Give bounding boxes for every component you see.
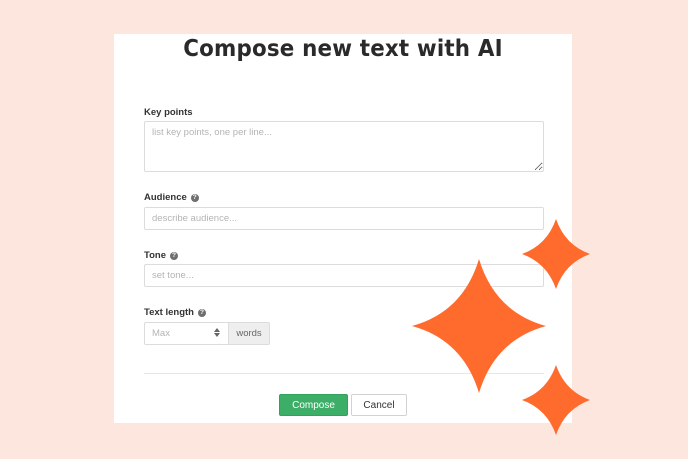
text-length-label: Text length ? bbox=[144, 307, 206, 318]
footer-divider bbox=[144, 373, 544, 374]
text-length-group: Max words bbox=[144, 322, 270, 345]
compose-button[interactable]: Compose bbox=[279, 394, 348, 416]
page-background: Compose new text with AI Key points Audi… bbox=[0, 0, 688, 459]
key-points-label-text: Key points bbox=[144, 107, 193, 118]
question-circle-icon[interactable]: ? bbox=[190, 193, 199, 202]
spin-up-icon[interactable] bbox=[214, 328, 220, 332]
audience-label-text: Audience bbox=[144, 192, 187, 203]
cancel-button[interactable]: Cancel bbox=[351, 394, 407, 416]
key-points-textarea[interactable] bbox=[144, 121, 544, 172]
text-length-label-text: Text length bbox=[144, 307, 194, 318]
audience-input[interactable] bbox=[144, 207, 544, 230]
number-spinner[interactable] bbox=[214, 328, 220, 337]
key-points-label: Key points bbox=[144, 107, 193, 118]
words-addon: words bbox=[228, 322, 270, 345]
tone-label-text: Tone bbox=[144, 250, 166, 261]
audience-label: Audience ? bbox=[144, 192, 199, 203]
question-circle-icon[interactable]: ? bbox=[170, 251, 178, 260]
spin-down-icon[interactable] bbox=[214, 333, 220, 337]
text-length-placeholder: Max bbox=[152, 328, 170, 339]
tone-input[interactable] bbox=[144, 264, 544, 287]
tone-label: Tone ? bbox=[144, 250, 178, 261]
question-circle-icon[interactable]: ? bbox=[197, 308, 206, 317]
text-length-input[interactable]: Max bbox=[144, 322, 228, 345]
dialog-title: Compose new text with AI bbox=[183, 36, 503, 62]
compose-dialog: Compose new text with AI Key points Audi… bbox=[114, 34, 572, 423]
